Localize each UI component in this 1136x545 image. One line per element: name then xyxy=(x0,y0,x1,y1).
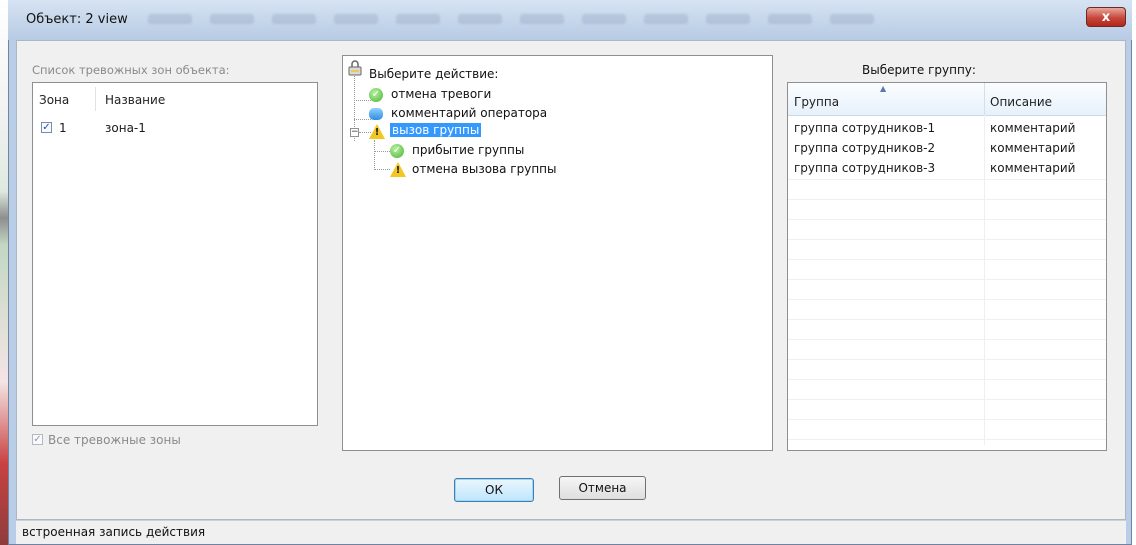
group-description: комментарий xyxy=(990,121,1076,135)
grid-row-line xyxy=(788,459,1106,460)
group-description: комментарий xyxy=(990,161,1076,175)
grid-row-line xyxy=(788,259,1106,260)
action-tree[interactable]: Выберите действие: ✓ отмена тревоги комм… xyxy=(342,55,773,451)
close-icon: x xyxy=(1101,10,1111,25)
group-row[interactable]: группа сотрудников-2 комментарий xyxy=(788,139,1106,159)
all-zones-checkbox[interactable]: ✓ xyxy=(32,434,43,445)
grid-row-line xyxy=(788,319,1106,320)
comment-icon xyxy=(369,108,383,120)
check-circle-icon: ✓ xyxy=(369,88,383,102)
column-divider xyxy=(95,87,96,111)
zones-column-zone[interactable]: Зона xyxy=(39,93,69,107)
tree-node-cancel-group-call[interactable]: ! отмена вызова группы xyxy=(386,161,606,179)
group-name: группа сотрудников-1 xyxy=(794,121,936,135)
group-row[interactable]: группа сотрудников-1 комментарий xyxy=(788,119,1106,139)
grid-row-line xyxy=(788,359,1106,360)
grid-row-line xyxy=(788,279,1106,280)
group-name: группа сотрудников-3 xyxy=(794,161,936,175)
groups-grid-header: Группа ▲ Описание xyxy=(788,83,1106,116)
zone-checkbox[interactable]: ✓ xyxy=(41,122,52,133)
check-circle-icon: ✓ xyxy=(390,144,404,158)
tree-node-group-arrival[interactable]: ✓ прибытие группы xyxy=(386,142,606,160)
groups-title: Выберите группу: xyxy=(862,63,976,77)
cancel-button[interactable]: Отмена xyxy=(559,476,646,500)
lock-icon xyxy=(348,60,362,76)
tree-node-cancel-alarm[interactable]: ✓ отмена тревоги xyxy=(365,86,585,104)
tree-node-label: прибытие группы xyxy=(412,143,525,157)
group-row[interactable]: группа сотрудников-3 комментарий xyxy=(788,159,1106,179)
tree-node-label: отмена тревоги xyxy=(391,87,492,101)
groups-column-description[interactable]: Описание xyxy=(990,95,1052,109)
close-button[interactable]: x xyxy=(1086,7,1126,27)
title-bar[interactable]: Объект: 2 view xyxy=(8,0,1132,40)
grid-row-line xyxy=(788,299,1106,300)
window-title: Объект: 2 view xyxy=(26,12,128,27)
grid-row-line xyxy=(788,499,1106,500)
tree-node-call-group[interactable]: ! вызов группы xyxy=(365,123,585,141)
zones-list[interactable]: Зона Название ✓ 1 зона-1 xyxy=(32,82,318,426)
grid-row-line xyxy=(788,399,1106,400)
grid-row-line xyxy=(788,479,1106,480)
grid-row-line xyxy=(788,199,1106,200)
ok-button[interactable]: ОК xyxy=(454,478,534,502)
collapse-toggle[interactable]: − xyxy=(350,128,359,137)
grid-row-line xyxy=(788,439,1106,440)
group-description: комментарий xyxy=(990,141,1076,155)
groups-column-group[interactable]: Группа xyxy=(794,95,839,109)
grid-row-line xyxy=(788,379,1106,380)
desktop-edge xyxy=(0,0,8,545)
grid-row-line xyxy=(788,219,1106,220)
tree-node-label: отмена вызова группы xyxy=(412,162,557,176)
background-taskbar xyxy=(148,10,1088,28)
group-name: группа сотрудников-2 xyxy=(794,141,936,155)
groups-grid[interactable]: Группа ▲ Описание группа сотрудников-1 к… xyxy=(787,82,1107,500)
grid-row-line xyxy=(788,339,1106,340)
zone-number: 1 xyxy=(59,121,67,135)
status-text: встроенная запись действия xyxy=(22,525,206,539)
zones-caption: Список тревожных зон объекта: xyxy=(32,63,230,77)
status-bar: встроенная запись действия xyxy=(16,520,1126,544)
zone-name: зона-1 xyxy=(105,121,146,135)
tree-node-operator-comment[interactable]: комментарий оператора xyxy=(365,105,585,123)
all-zones-toggle[interactable]: ✓ Все тревожные зоны xyxy=(32,432,232,448)
grid-row-line xyxy=(788,239,1106,240)
tree-node-label: комментарий оператора xyxy=(391,106,548,120)
grid-row-line xyxy=(788,419,1106,420)
all-zones-label: Все тревожные зоны xyxy=(48,433,181,447)
zones-column-name[interactable]: Название xyxy=(105,93,165,107)
grid-row-line xyxy=(788,179,1106,180)
tree-node-label: вызов группы xyxy=(390,123,482,137)
zone-row[interactable]: ✓ 1 зона-1 xyxy=(39,119,309,137)
tree-root-label: Выберите действие: xyxy=(369,67,499,81)
sort-ascending-icon: ▲ xyxy=(880,84,887,93)
